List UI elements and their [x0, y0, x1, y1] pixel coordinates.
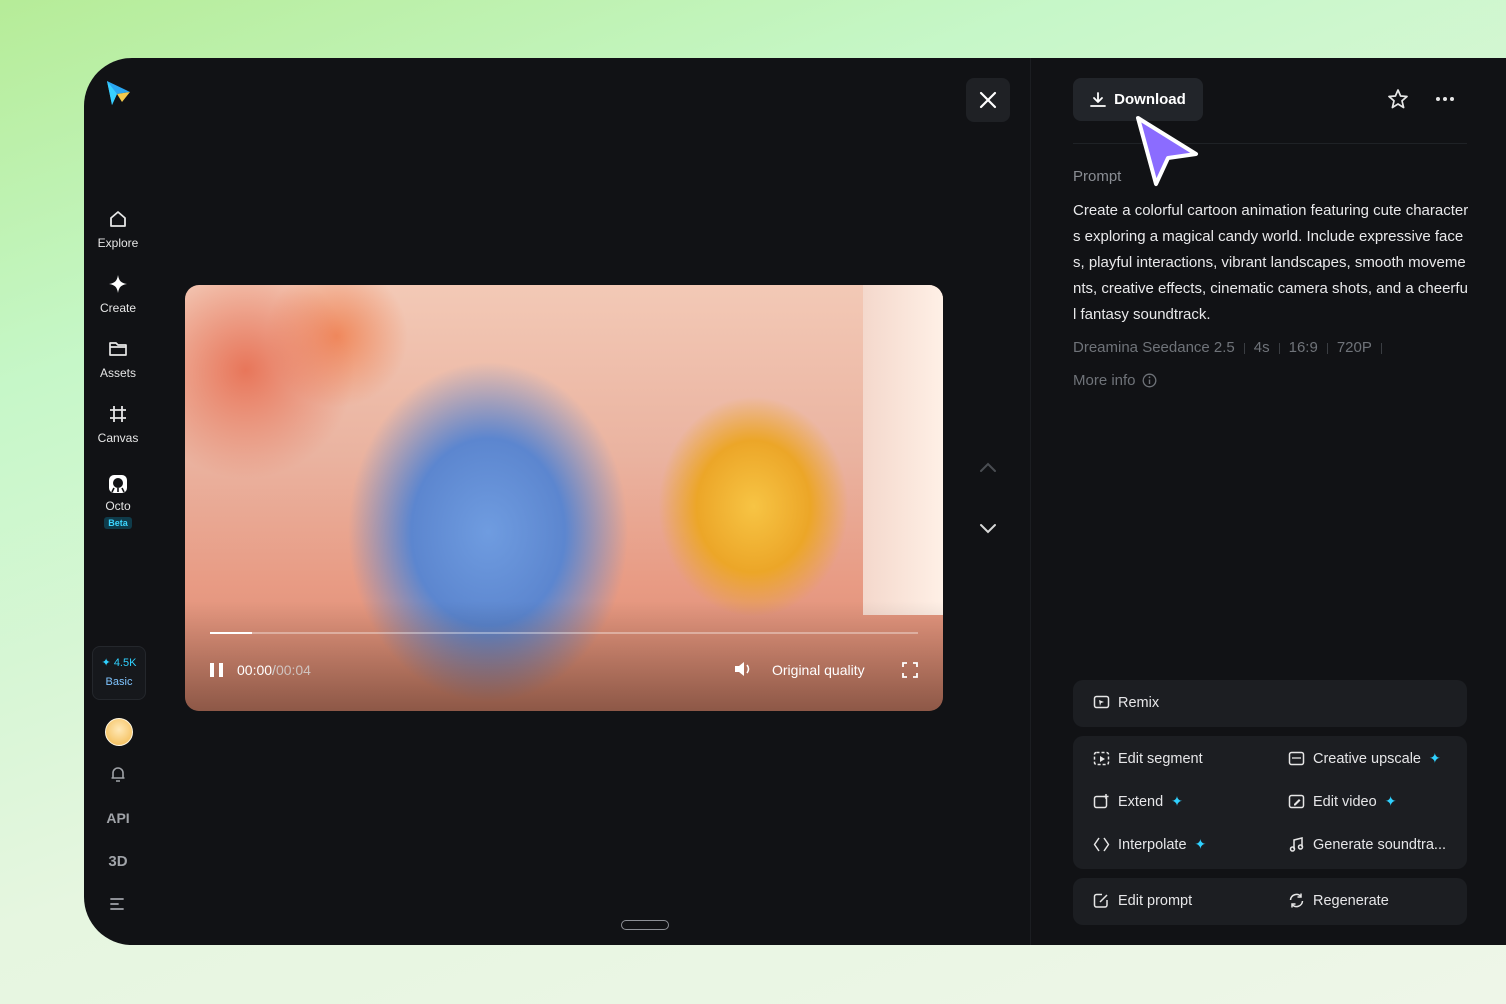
- edit-video-label: Edit video: [1313, 793, 1377, 810]
- current-time: 00:00: [237, 662, 273, 678]
- creative-upscale-label: Creative upscale: [1313, 750, 1421, 767]
- sidebar-item-octo[interactable]: Octo Beta: [84, 473, 152, 531]
- regenerate-label: Regenerate: [1313, 892, 1389, 909]
- interpolate-icon: [1093, 837, 1110, 852]
- prompt-actions-card: Edit prompt Regenerate: [1073, 878, 1467, 925]
- bell-icon[interactable]: [108, 764, 128, 784]
- regenerate-button[interactable]: Regenerate: [1288, 892, 1389, 909]
- aspect-ratio: 16:9: [1288, 339, 1318, 356]
- download-label: Download: [1114, 91, 1186, 108]
- sidebar-item-explore[interactable]: Explore: [84, 208, 152, 252]
- sparkle-icon: [109, 275, 127, 293]
- sparkle-icon: ✦: [1194, 836, 1207, 852]
- edit-tools-card: Edit segment Creative upscale ✦ Extend ✦…: [1073, 736, 1467, 869]
- model-name: Dreamina Seedance 2.5: [1073, 339, 1235, 356]
- close-button[interactable]: [966, 78, 1010, 122]
- app-window: Explore Create Assets Canvas Octo Beta ✦…: [84, 58, 1506, 945]
- more-info-link[interactable]: More info: [1073, 372, 1157, 389]
- sidebar-item-label: Canvas: [97, 431, 139, 445]
- progress-fill: [210, 632, 253, 634]
- download-icon: [1090, 91, 1107, 107]
- remix-icon: [1093, 695, 1110, 709]
- edit-prompt-button[interactable]: Edit prompt: [1093, 892, 1192, 909]
- sidebar-item-label: Explore: [97, 236, 139, 250]
- beta-badge: Beta: [104, 517, 132, 529]
- home-icon: [110, 211, 126, 227]
- fullscreen-icon[interactable]: [902, 662, 918, 678]
- sparkle-icon: ✦: [101, 657, 111, 669]
- sidebar-item-label: Create: [99, 301, 137, 315]
- resolution: 720P: [1336, 339, 1372, 356]
- duration: 00:04: [275, 662, 311, 678]
- extend-icon: [1093, 794, 1109, 809]
- extend-label: Extend: [1118, 793, 1164, 810]
- plan-label: Basic: [105, 676, 133, 688]
- refresh-icon: [1289, 893, 1304, 908]
- chevron-down-icon[interactable]: [976, 516, 1000, 540]
- menu-icon[interactable]: [109, 896, 127, 912]
- more-info-label: More info: [1073, 372, 1136, 389]
- remix-card: Remix: [1073, 680, 1467, 727]
- info-icon: [1142, 373, 1156, 388]
- sidebar-item-label: Octo: [105, 499, 131, 513]
- interpolate-button[interactable]: Interpolate ✦: [1093, 836, 1206, 853]
- remix-label: Remix: [1118, 694, 1160, 711]
- edit-video-button[interactable]: Edit video ✦: [1288, 793, 1396, 810]
- sidebar-item-label: Assets: [99, 366, 136, 380]
- edit-segment-button[interactable]: Edit segment: [1093, 750, 1203, 767]
- remix-button[interactable]: Remix: [1093, 694, 1159, 711]
- progress-bar[interactable]: [210, 632, 918, 634]
- creative-upscale-button[interactable]: Creative upscale ✦: [1288, 750, 1441, 767]
- credits-amount: 4.5K: [113, 657, 137, 669]
- prompt-label: Prompt: [1073, 168, 1122, 185]
- star-icon[interactable]: [1387, 88, 1409, 110]
- music-note-icon: [1289, 837, 1304, 852]
- edit-prompt-icon: [1093, 893, 1108, 908]
- edit-segment-icon: [1093, 751, 1110, 766]
- sparkle-icon: ✦: [1429, 750, 1441, 766]
- volume-icon[interactable]: [734, 661, 754, 677]
- folder-icon: [109, 342, 127, 356]
- pause-icon[interactable]: [209, 663, 225, 677]
- pointer-cursor-icon: [1136, 116, 1198, 186]
- upscale-icon: [1288, 751, 1305, 766]
- avatar[interactable]: [105, 718, 133, 746]
- video-player[interactable]: 00:00/00:04 Original quality: [185, 285, 943, 711]
- api-link[interactable]: API: [84, 810, 152, 826]
- prompt-text: Create a colorful cartoon animation feat…: [1073, 202, 1469, 323]
- quality-selector[interactable]: Original quality: [772, 662, 865, 678]
- interpolate-label: Interpolate: [1118, 836, 1187, 853]
- close-icon: [979, 91, 997, 109]
- generation-meta: Dreamina Seedance 2.5 4s 16:9 720P: [1073, 339, 1391, 356]
- chevron-up-icon[interactable]: [976, 456, 1000, 480]
- generate-soundtrack-label: Generate soundtra...: [1313, 836, 1446, 853]
- edit-prompt-label: Edit prompt: [1118, 892, 1193, 909]
- more-icon[interactable]: [1434, 88, 1456, 110]
- video-frame-detail: [863, 285, 943, 615]
- edit-video-icon: [1288, 794, 1305, 809]
- canvas-icon: [110, 406, 126, 422]
- duration-meta: 4s: [1253, 339, 1270, 356]
- 3d-link[interactable]: 3D: [84, 853, 152, 870]
- sidebar-item-assets[interactable]: Assets: [84, 338, 152, 382]
- drag-handle[interactable]: [621, 920, 669, 930]
- extend-button[interactable]: Extend ✦: [1093, 793, 1183, 810]
- edit-segment-label: Edit segment: [1118, 750, 1203, 767]
- sidebar-item-canvas[interactable]: Canvas: [84, 403, 152, 447]
- sparkle-icon: ✦: [1384, 793, 1397, 809]
- octo-icon: [109, 475, 127, 493]
- generate-soundtrack-button[interactable]: Generate soundtra...: [1288, 836, 1446, 853]
- sparkle-icon: ✦: [1171, 793, 1183, 809]
- credits-badge[interactable]: ✦ 4.5K Basic: [92, 646, 146, 700]
- dreamina-logo[interactable]: [104, 78, 132, 106]
- sidebar-item-create[interactable]: Create: [84, 273, 152, 317]
